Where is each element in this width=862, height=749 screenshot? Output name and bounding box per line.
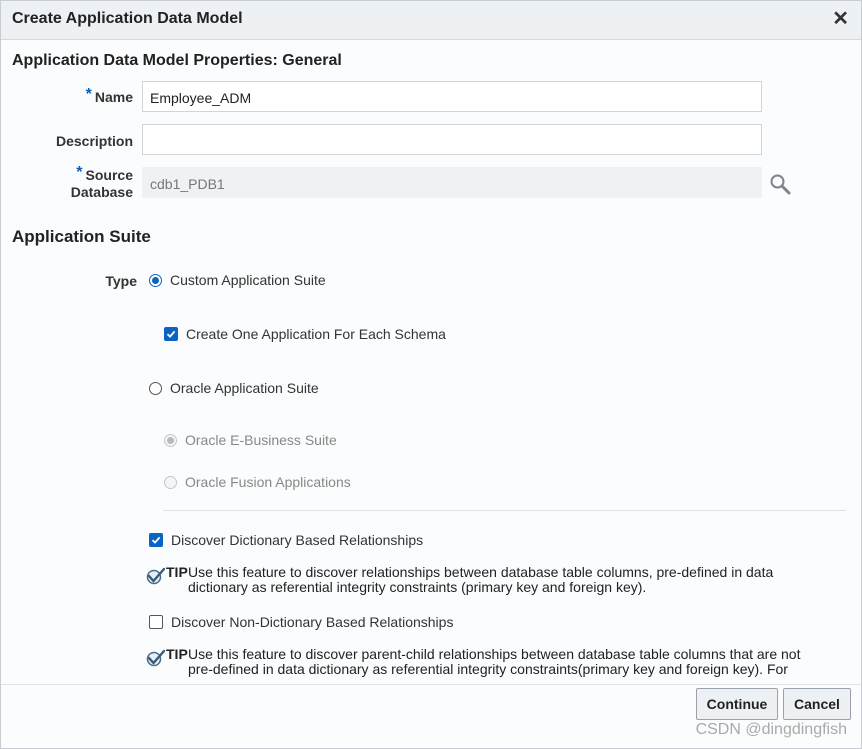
create-adm-dialog: Create Application Data Model ✕ Applicat… [0,0,862,749]
fusion-radio: Oracle Fusion Applications [164,474,351,490]
ebs-label: Oracle E-Business Suite [185,432,337,448]
tip-check-icon [146,649,166,670]
tip-text: Use this feature to discover relationshi… [188,565,828,595]
description-field[interactable] [142,124,762,155]
dialog-titlebar: Create Application Data Model ✕ [1,1,861,40]
dialog-footer: Continue Cancel CSDN @dingdingfish [1,684,861,748]
source-database-field: cdb1_PDB1 [142,167,762,198]
non-dictionary-checkbox[interactable]: Discover Non-Dictionary Based Relationsh… [149,614,453,630]
tip-line: dictionary as referential integrity cons… [188,579,647,595]
tip-text: Use this feature to discover parent-chil… [188,647,828,677]
custom-suite-radio[interactable]: Custom Application Suite [149,272,326,288]
tip-line: pre-defined in data dictionary as refere… [188,661,788,677]
general-heading: Application Data Model Properties: Gener… [12,52,342,69]
non-dictionary-label: Discover Non-Dictionary Based Relationsh… [171,614,454,630]
continue-button[interactable]: Continue [696,688,778,720]
checkbox-checked[interactable] [149,533,163,547]
source-database-label: * Source Database [41,164,133,201]
tip-check-icon [146,567,166,588]
name-field[interactable]: Employee_ADM [142,81,762,112]
close-icon[interactable]: ✕ [832,9,849,29]
radio-unselected[interactable] [149,381,162,395]
radio-selected[interactable] [149,273,162,287]
divider [163,510,846,511]
tip-line: Use this feature to discover parent-chil… [188,646,801,662]
description-label: Description [55,133,133,149]
radio-disabled [164,475,177,489]
source-database-label-line2: Database [70,184,133,200]
checkbox-unchecked[interactable] [149,615,163,629]
create-one-app-label: Create One Application For Each Schema [186,326,446,342]
dictionary-checkbox[interactable]: Discover Dictionary Based Relationships [149,532,423,548]
tip-label: TIP [166,646,188,662]
search-icon[interactable] [769,173,791,195]
dictionary-label: Discover Dictionary Based Relationships [171,532,424,548]
required-marker: * [76,164,83,181]
oracle-suite-label: Oracle Application Suite [170,380,319,396]
tip-non-dictionary: TIP Use this feature to discover parent-… [146,646,828,683]
fusion-label: Oracle Fusion Applications [185,474,351,490]
ebs-radio: Oracle E-Business Suite [164,432,337,448]
tip-label: TIP [166,564,188,580]
dialog-title: Create Application Data Model [12,10,243,27]
checkbox-checked[interactable] [164,327,178,341]
application-suite-heading: Application Suite [12,227,151,246]
required-marker: * [85,86,92,103]
cancel-button[interactable]: Cancel [783,688,851,720]
create-one-app-checkbox[interactable]: Create One Application For Each Schema [164,326,446,342]
name-label-text: Name [94,89,133,105]
custom-suite-label: Custom Application Suite [170,272,326,288]
watermark: CSDN @dingdingfish [695,721,847,738]
tip-line: Use this feature to discover relationshi… [188,564,774,580]
name-label: * Name [61,86,133,107]
tip-dictionary: TIP Use this feature to discover relatio… [146,564,828,599]
radio-disabled-selected [164,433,177,447]
oracle-suite-radio[interactable]: Oracle Application Suite [149,380,319,396]
type-label: Type [105,273,137,289]
source-database-label-line1: Source [85,167,133,183]
